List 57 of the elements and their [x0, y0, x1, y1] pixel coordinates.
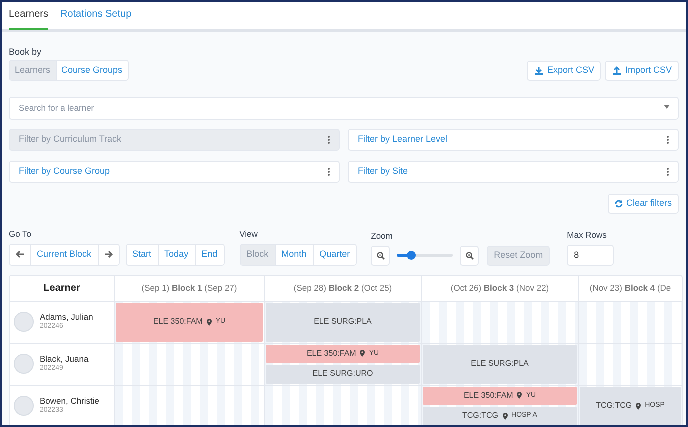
csv-button[interactable]: Export CSV	[527, 60, 602, 80]
go-to-button[interactable]: Start	[126, 244, 159, 264]
location-pin-icon	[360, 350, 366, 358]
avatar-placeholder	[14, 396, 34, 416]
next-button[interactable]	[98, 244, 119, 264]
zoom-slider-thumb[interactable]	[407, 251, 416, 260]
tab[interactable]: Rotations Setup	[60, 2, 132, 30]
control-label: View	[240, 228, 258, 240]
zoom-out-button[interactable]	[371, 246, 390, 266]
arrow-right-icon	[104, 251, 113, 258]
refresh-icon	[615, 200, 624, 208]
go-to-button[interactable]: End	[196, 244, 224, 264]
column-header: (Oct 26) Block 3 (Nov 22)	[450, 282, 550, 294]
zoom-in-button[interactable]	[460, 246, 480, 266]
arrow-left-icon	[16, 251, 24, 258]
column-header: (Sep 28) Block 2 (Oct 25)	[294, 282, 392, 294]
reset-zoom-button[interactable]: Reset Zoom	[487, 246, 550, 266]
view-option[interactable]: Block	[240, 244, 276, 264]
location-pin-icon	[502, 412, 508, 420]
clear-filters-button[interactable]: Clear filters	[608, 194, 679, 214]
search-field[interactable]: Search for a learner	[9, 96, 679, 120]
view-option[interactable]: Quarter	[314, 244, 356, 264]
caret-icon	[664, 105, 670, 109]
tab[interactable]: Learners	[9, 2, 48, 30]
avatar-placeholder	[14, 312, 34, 332]
csv-button[interactable]: Import CSV	[605, 60, 679, 80]
download-icon	[534, 66, 544, 76]
column-header: Learner	[10, 276, 115, 300]
location-pin-icon	[636, 402, 642, 410]
control-label: Max Rows	[567, 228, 607, 242]
view-option[interactable]: Month	[276, 244, 314, 264]
filter-dropdown[interactable]: Filter by Learner Level	[348, 128, 679, 150]
go-to-button[interactable]: Today	[158, 244, 196, 264]
zoom-out-icon	[376, 252, 385, 260]
column-header: (Nov 23) Block 4 (De	[590, 282, 672, 294]
learner-name: Bowen, Christie	[40, 397, 100, 407]
filter-dropdown[interactable]: Filter by Course Group	[9, 160, 340, 182]
control-label: Go To	[9, 228, 32, 240]
current-block-button[interactable]: Current Block	[31, 244, 99, 264]
book-by-option[interactable]: Learners	[10, 61, 57, 80]
control-label: Zoom	[371, 230, 393, 242]
upload-icon	[612, 66, 622, 76]
book-by-label: Book by	[9, 46, 43, 58]
learner-name: Black, Juana	[40, 355, 89, 365]
filter-dropdown[interactable]: Filter by Site	[348, 160, 679, 182]
rotation-booking[interactable]: ELE SURG:PLA	[266, 302, 420, 342]
zoom-in-icon	[466, 252, 474, 260]
previous-button[interactable]	[10, 244, 31, 264]
column-header: (Sep 1) Block 1 (Sep 27)	[142, 282, 238, 294]
max-rows-field[interactable]: 8	[567, 244, 614, 266]
rotation-booking[interactable]: ELE SURG:URO	[266, 365, 420, 384]
location-pin-icon	[206, 318, 212, 326]
avatar-placeholder	[14, 354, 34, 374]
rotation-booking[interactable]: ELE SURG:PLA	[423, 344, 577, 384]
location-pin-icon	[517, 392, 522, 400]
learner-name: Adams, Julian	[40, 313, 94, 323]
book-by-option[interactable]: Course Groups	[56, 61, 128, 80]
